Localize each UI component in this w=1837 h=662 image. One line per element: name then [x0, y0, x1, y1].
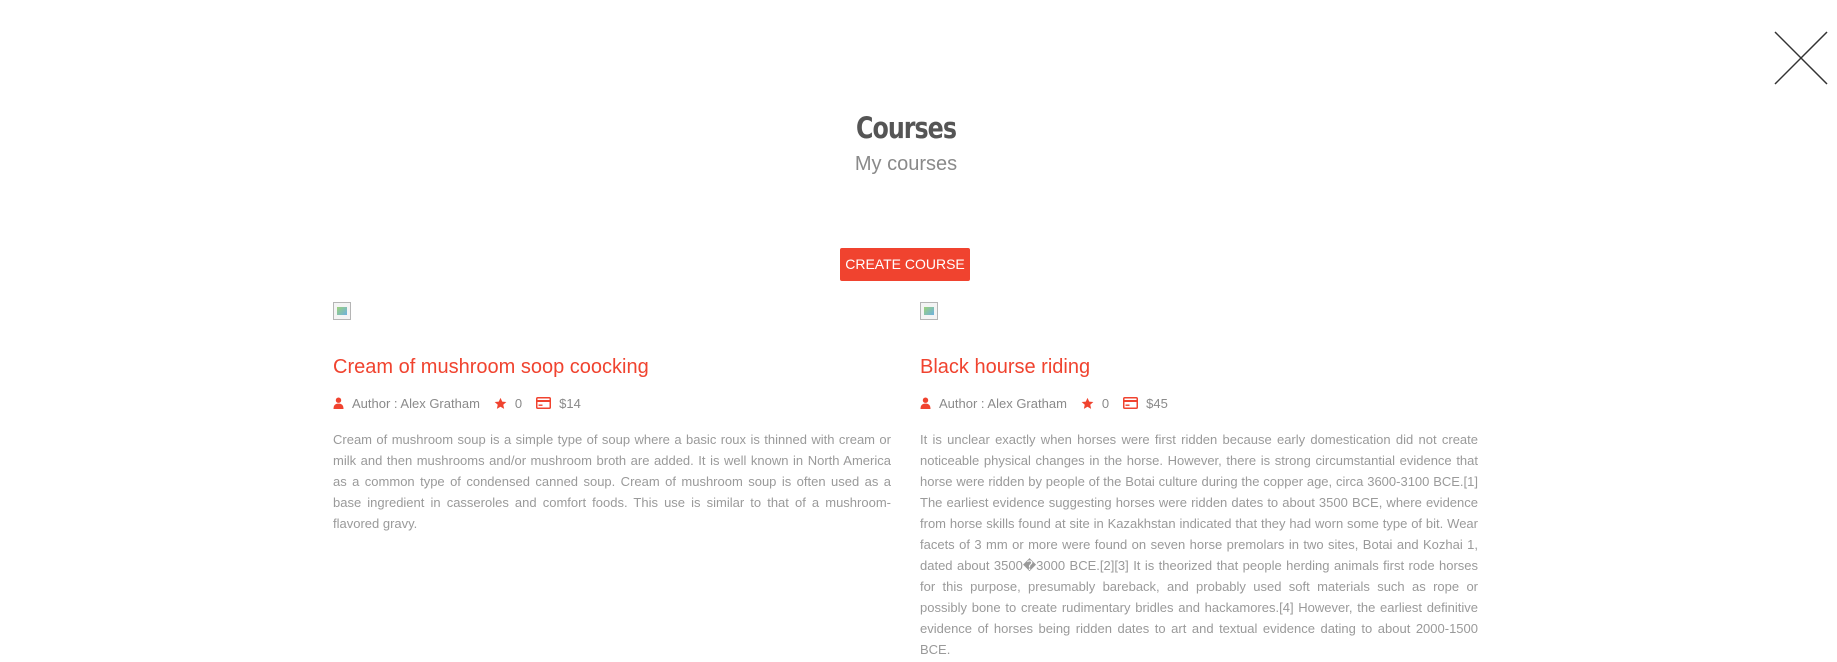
- create-course-button[interactable]: CREATE COURSE: [840, 248, 970, 281]
- course-meta: Author : Alex Gratham 0: [333, 394, 891, 412]
- credit-card-icon: [536, 397, 552, 409]
- course-card: Cream of mushroom soop coocking Author :…: [333, 302, 891, 534]
- price-value: $45: [1146, 395, 1168, 411]
- page-subtitle: My courses: [854, 153, 958, 175]
- course-description: Cream of mushroom soup is a simple type …: [333, 432, 891, 531]
- close-button[interactable]: [1773, 30, 1829, 86]
- author-label: Author : Alex Gratham: [352, 395, 480, 411]
- course-rating: 0: [494, 396, 522, 411]
- page-header: Courses My courses: [0, 108, 1812, 176]
- course-price: $45: [1123, 396, 1168, 411]
- rating-value: 0: [514, 395, 523, 411]
- close-icon: [1774, 31, 1828, 85]
- user-icon: [920, 397, 931, 409]
- course-rating: 0: [1081, 396, 1109, 411]
- course-title[interactable]: Cream of mushroom soop coocking: [333, 354, 891, 380]
- rating-value: 0: [1101, 395, 1110, 411]
- star-icon: [1081, 397, 1094, 410]
- course-author: Author : Alex Gratham: [333, 396, 480, 411]
- courses-overlay: Courses My courses CREATE COURSE Cream o…: [0, 0, 1837, 662]
- course-description: It is unclear exactly when horses were f…: [920, 432, 1478, 657]
- page-title: Courses: [855, 111, 957, 145]
- course-price: $14: [536, 396, 581, 411]
- course-author: Author : Alex Gratham: [920, 396, 1067, 411]
- price-value: $14: [559, 395, 581, 411]
- author-label: Author : Alex Gratham: [939, 395, 1067, 411]
- course-card: Black hourse riding Author : Alex Gratha…: [920, 302, 1478, 660]
- user-icon: [333, 397, 344, 409]
- course-meta: Author : Alex Gratham 0: [920, 394, 1478, 412]
- course-title[interactable]: Black hourse riding: [920, 354, 1478, 380]
- star-icon: [494, 397, 507, 410]
- broken-image-icon[interactable]: [920, 302, 938, 320]
- broken-image-icon[interactable]: [333, 302, 351, 320]
- credit-card-icon: [1123, 397, 1139, 409]
